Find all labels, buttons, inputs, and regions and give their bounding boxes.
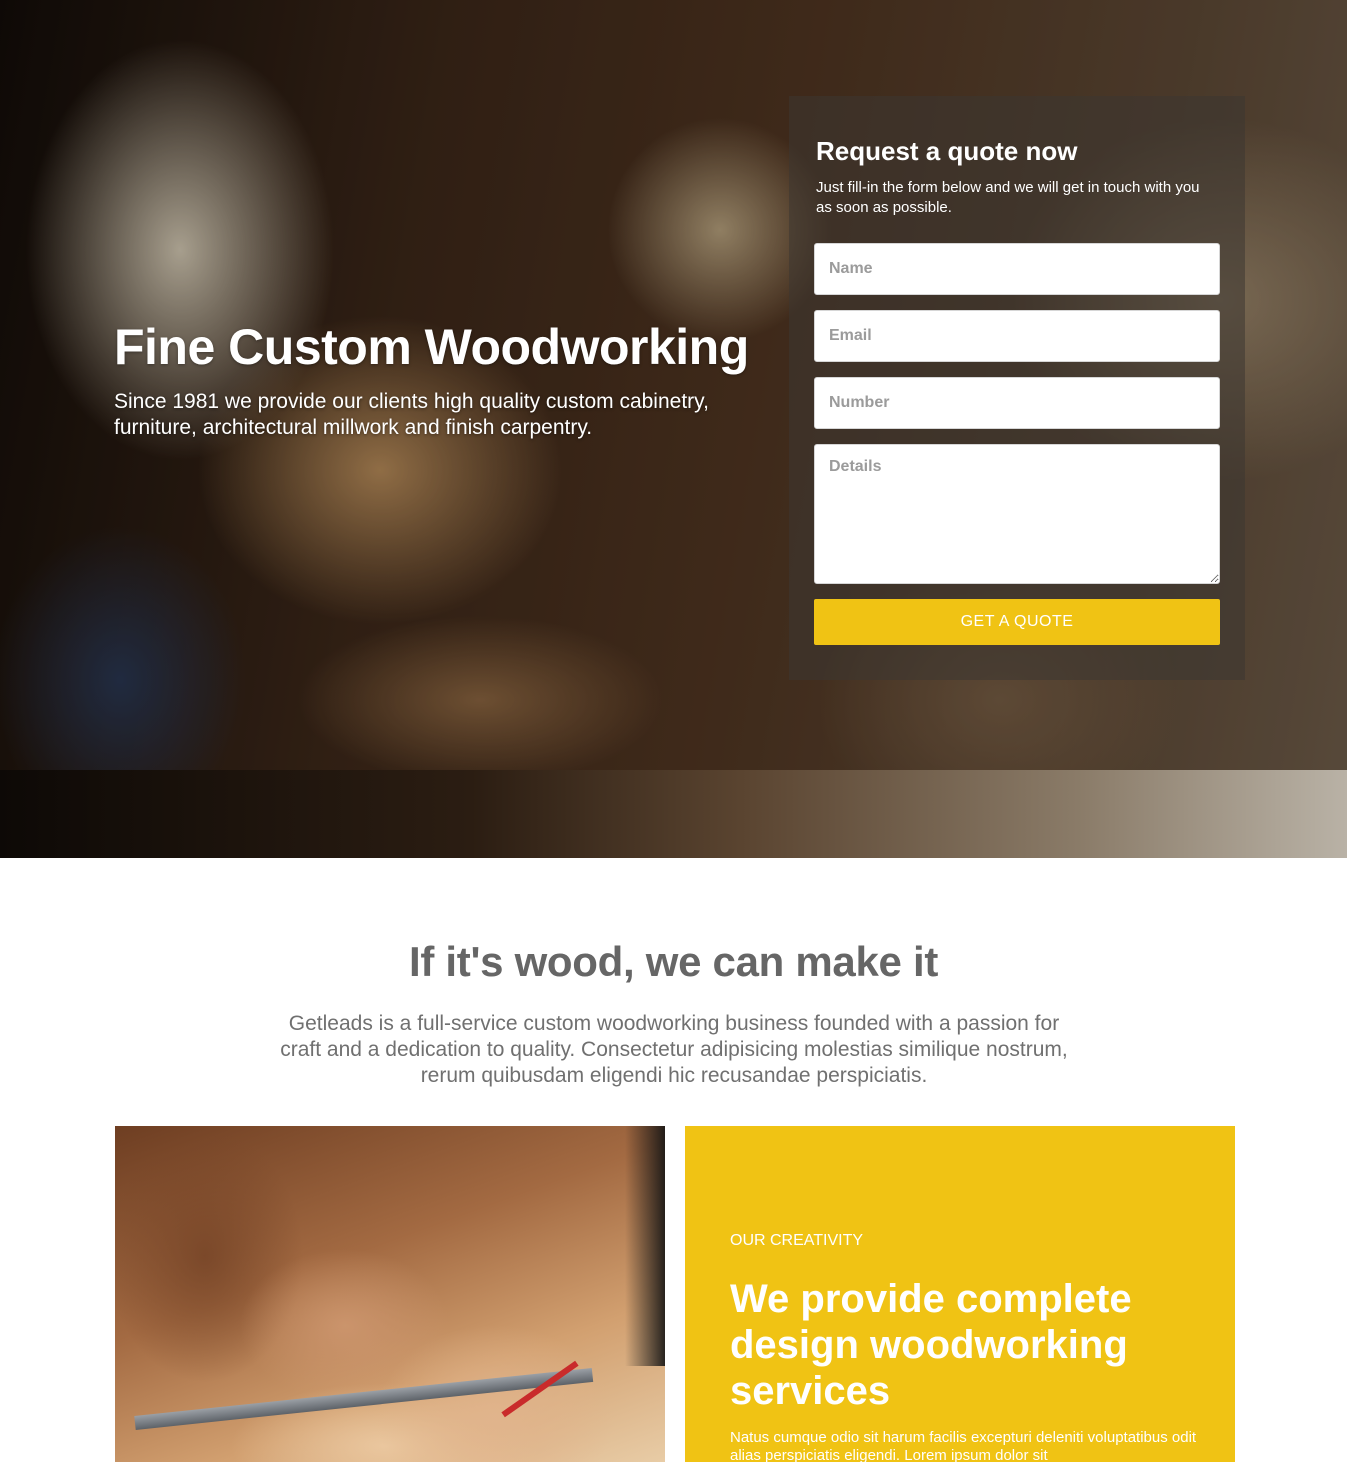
number-field[interactable] bbox=[814, 377, 1220, 429]
creativity-card: OUR CREATIVITY We provide complete desig… bbox=[685, 1126, 1235, 1462]
name-field[interactable] bbox=[814, 243, 1220, 295]
about-text: Getleads is a full-service custom woodwo… bbox=[280, 1012, 1068, 1087]
photo-shadow bbox=[625, 1126, 665, 1366]
creativity-kicker: OUR CREATIVITY bbox=[730, 1232, 864, 1249]
quote-form-description: Just fill-in the form below and we will … bbox=[816, 179, 1200, 216]
about-heading: If it's wood, we can make it bbox=[408, 938, 939, 985]
quote-form-title: Request a quote now bbox=[816, 136, 1078, 166]
hero-subtitle: Since 1981 we provide our clients high q… bbox=[114, 390, 709, 439]
quote-form: Request a quote now Just fill-in the for… bbox=[789, 96, 1245, 680]
get-a-quote-button[interactable]: GET A QUOTE bbox=[814, 599, 1220, 645]
email-field[interactable] bbox=[814, 310, 1220, 362]
woodworking-photo bbox=[115, 1126, 665, 1462]
creativity-title: We provide complete design woodworking s… bbox=[730, 1277, 1132, 1413]
hero-title: Fine Custom Woodworking bbox=[114, 319, 749, 375]
hero-section: Fine Custom Woodworking Since 1981 we pr… bbox=[0, 0, 1347, 858]
details-field[interactable] bbox=[814, 444, 1220, 584]
creativity-body: Natus cumque odio sit harum facilis exce… bbox=[730, 1429, 1197, 1462]
hero-background-image bbox=[0, 770, 1347, 858]
